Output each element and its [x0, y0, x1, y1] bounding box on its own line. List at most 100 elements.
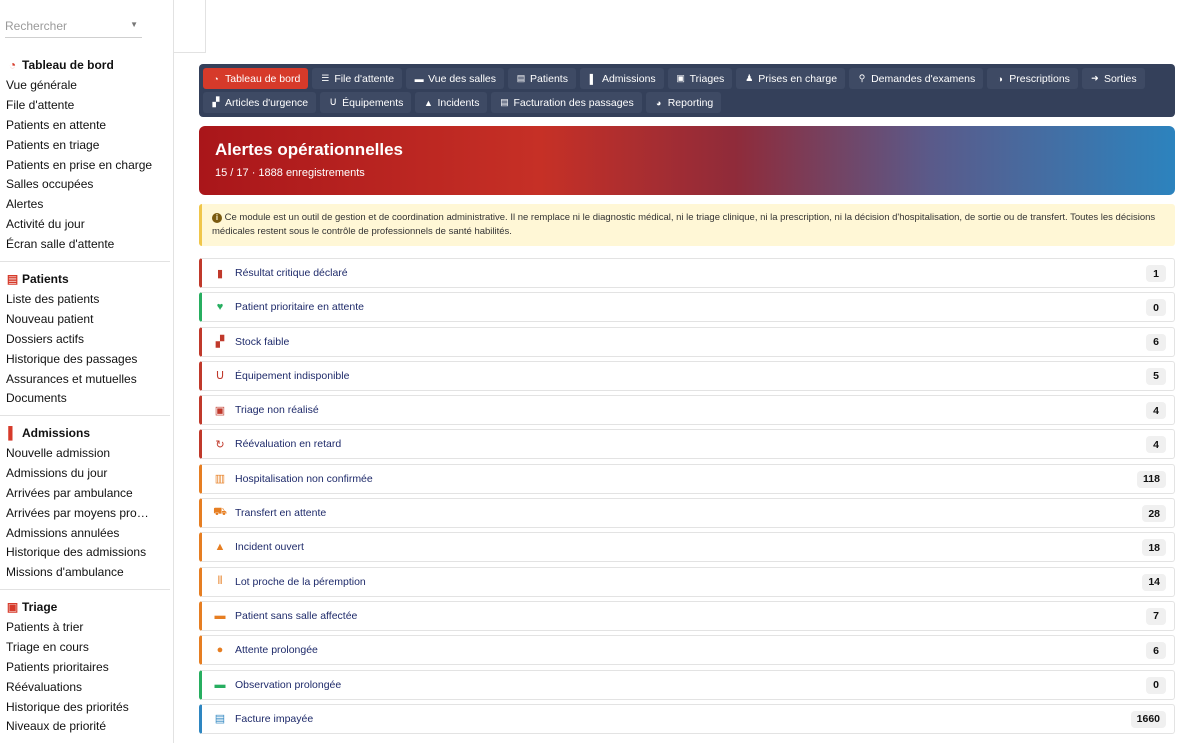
alert-row[interactable]: ▞ Stock faible 6 — [199, 326, 1175, 357]
alert-row[interactable]: ▥ Hospitalisation non confirmée 118 — [199, 463, 1175, 494]
nav-tab[interactable]: ⚲ Demandes d'examens — [849, 68, 984, 89]
alert-row[interactable]: ⦀ Lot proche de la péremption 14 — [199, 566, 1175, 597]
alert-row[interactable]: ● Attente prolongée 6 — [199, 635, 1175, 666]
sidebar-section-title[interactable]: ▣ Triage — [0, 597, 170, 617]
list-icon: ☰ — [321, 73, 330, 83]
nav-tab[interactable]: ▬ Vue des salles — [406, 68, 505, 89]
sidebar-item[interactable]: Assurances et mutuelles — [0, 369, 170, 389]
bed-icon: ▬ — [214, 678, 226, 691]
nav-tab-label: Patients — [530, 72, 568, 85]
nav-tab[interactable]: ᑌ Équipements — [320, 92, 412, 113]
chevron-down-icon[interactable]: ▼ — [130, 20, 138, 29]
clock-icon: ● — [216, 644, 224, 657]
sidebar-item[interactable]: Historique des passages — [0, 349, 170, 369]
sidebar-item[interactable]: Alertes — [0, 194, 170, 214]
nav-tab[interactable]: ◑ Prescriptions — [987, 68, 1078, 89]
alert-row[interactable]: ▣ Triage non réalisé 4 — [199, 395, 1175, 426]
sidebar-section-title[interactable]: ▤ Patients — [0, 269, 170, 289]
gauge-icon: ◔ — [8, 58, 17, 72]
sidebar-item[interactable]: Dossiers actifs — [0, 329, 170, 349]
nav-tab-label: Équipements — [342, 96, 404, 109]
alert-label: Hospitalisation non confirmée — [235, 472, 373, 485]
alert-label: Incident ouvert — [235, 541, 304, 554]
nav-tab[interactable]: ▤ Facturation des passages — [491, 92, 642, 113]
nav-tab[interactable]: ◕ Reporting — [645, 92, 722, 113]
alert-label: Lot proche de la péremption — [235, 575, 366, 588]
sidebar-item[interactable]: Triage en cours — [0, 637, 170, 657]
alert-label: Équipement indisponible — [235, 369, 350, 382]
sidebar-item[interactable]: Patients en triage — [0, 135, 170, 155]
pie-chart-icon: ◕ — [656, 97, 662, 108]
exit-icon: ➜ — [1091, 73, 1099, 83]
sidebar-item[interactable]: Écran salle d'attente — [0, 234, 170, 254]
sidebar-item[interactable]: Admissions annulées — [0, 523, 170, 543]
alert-count-badge: 0 — [1146, 299, 1166, 317]
clipboard-icon: ▣ — [6, 600, 19, 614]
alert-row[interactable]: ▲ Incident ouvert 18 — [199, 532, 1175, 563]
sidebar-section-title[interactable]: ▌ Admissions — [0, 423, 170, 443]
sidebar-item[interactable]: Admissions du jour — [0, 463, 170, 483]
microscope-icon: ⚲ — [858, 73, 866, 83]
sidebar-item[interactable]: Missions d'ambulance — [0, 562, 170, 582]
sidebar-item[interactable]: Nouvelle admission — [0, 443, 170, 463]
search-input[interactable] — [5, 16, 125, 36]
nav-tab[interactable]: ▌ Admissions — [579, 68, 664, 89]
nav-tab-label: Triages — [689, 72, 725, 85]
sidebar-item[interactable]: Patients prioritaires — [0, 657, 170, 677]
alert-row[interactable]: ⛟ Transfert en attente 28 — [199, 498, 1175, 529]
sidebar-item[interactable]: Activité du jour — [0, 214, 170, 234]
nav-tab-label: Facturation des passages — [513, 96, 634, 109]
sidebar-item[interactable]: Historique des admissions — [0, 542, 170, 562]
nav-tab-label: Vue des salles — [428, 72, 497, 85]
sidebar-item[interactable]: Vue générale — [0, 75, 170, 95]
alert-row[interactable]: ▬ Observation prolongée 0 — [199, 669, 1175, 700]
nav-tab[interactable]: ➜ Sorties — [1081, 68, 1145, 89]
sidebar-item[interactable]: Documents — [0, 388, 170, 408]
top-nav: ◔ Tableau de bord ☰ File d'attente ▬ Vue des … — [199, 64, 1175, 117]
nav-tab-label: Demandes d'examens — [871, 72, 976, 85]
sidebar-item[interactable]: Historique des priorités — [0, 697, 170, 717]
alert-row[interactable]: ▤ Facture impayée 1660 — [199, 703, 1175, 734]
alert-count-badge: 18 — [1142, 539, 1166, 557]
sidebar-item[interactable]: Arrivées par moyens pro… — [0, 503, 170, 523]
id-card-icon: ▤ — [6, 272, 19, 286]
sidebar-item[interactable]: Patients à trier — [0, 617, 170, 637]
invoice-icon: ▤ — [214, 713, 226, 726]
warning-icon: ▲ — [423, 97, 433, 108]
sidebar-item[interactable]: Liste des patients — [0, 289, 170, 309]
alert-count-badge: 4 — [1146, 436, 1166, 454]
sidebar-item[interactable]: File d'attente — [0, 95, 170, 115]
sidebar-item[interactable]: Salles occupées — [0, 174, 170, 194]
alert-row[interactable]: ♥ Patient prioritaire en attente 0 — [199, 292, 1175, 323]
sidebar-section-title[interactable]: ◔ Tableau de bord — [0, 55, 170, 75]
alert-label: Réévaluation en retard — [235, 438, 342, 451]
sidebar-section-label: Patients — [22, 272, 69, 286]
sidebar-section: ▣ Triage Patients à trier Triage en cours Pa… — [0, 597, 170, 736]
alert-row[interactable]: ▮ Résultat critique déclaré 1 — [199, 258, 1175, 288]
alert-count-badge: 14 — [1142, 573, 1166, 591]
search-box[interactable]: ▼ — [5, 16, 142, 38]
sidebar-item[interactable]: Niveaux de priorité — [0, 716, 170, 736]
nav-tab[interactable]: ▣ Triages — [667, 68, 733, 89]
sidebar-item[interactable]: Arrivées par ambulance — [0, 483, 170, 503]
alert-row[interactable]: ▬ Patient sans salle affectée 7 — [199, 600, 1175, 631]
nav-tab[interactable]: ♟ Prises en charge — [736, 68, 846, 89]
nav-tab[interactable]: ☰ File d'attente — [312, 68, 403, 89]
alert-count-badge: 1660 — [1130, 710, 1166, 728]
nav-tab-label: Reporting — [667, 96, 714, 109]
sidebar-item[interactable]: Patients en attente — [0, 115, 170, 135]
nav-tab-label: Prescriptions — [1009, 72, 1070, 85]
sidebar-item[interactable]: Nouveau patient — [0, 309, 170, 329]
sidebar-item[interactable]: Patients en prise en charge — [0, 155, 170, 175]
nav-tab[interactable]: ▲ Incidents — [415, 92, 488, 113]
nav-tab[interactable]: ▤ Patients — [508, 68, 576, 89]
sidebar: ▼ ◔ Tableau de bord Vue généraleFile d'att… — [0, 0, 174, 743]
sidebar-divider — [0, 261, 170, 262]
nav-tab[interactable]: ◔ Tableau de bord — [203, 68, 309, 89]
sidebar-item[interactable]: Réévaluations — [0, 677, 170, 697]
nav-tab[interactable]: ▞ Articles d'urgence — [203, 92, 317, 113]
alert-count-badge: 6 — [1146, 333, 1166, 351]
alert-label: Attente prolongée — [235, 644, 318, 657]
alert-row[interactable]: ᑌ Équipement indisponible 5 — [199, 360, 1175, 391]
alert-row[interactable]: ↻ Réévaluation en retard 4 — [199, 429, 1175, 460]
